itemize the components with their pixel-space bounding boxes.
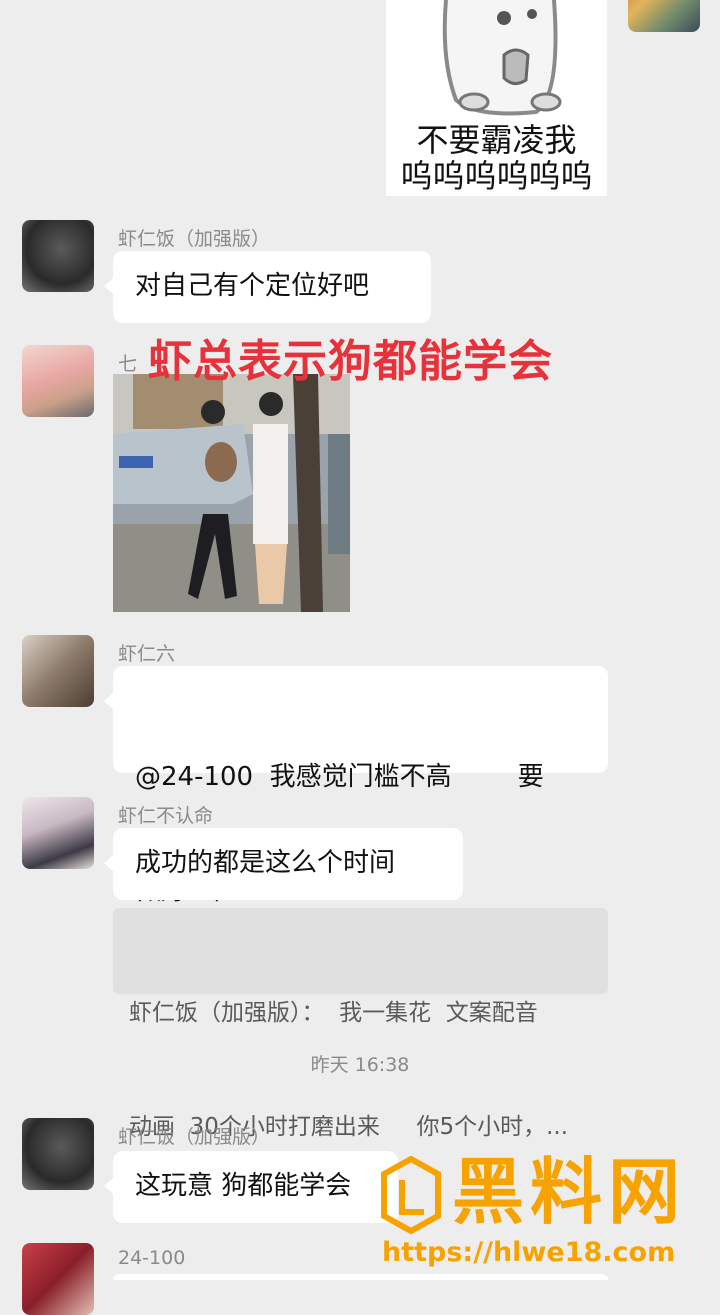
sender-name: 虾仁饭（加强版） xyxy=(118,1126,271,1148)
message-bubble[interactable]: @24-100 我感觉门槛不高 要 做好 难 xyxy=(104,666,608,906)
watermark-url: https://hlwe18.com xyxy=(382,1237,676,1268)
quote-line-1: 虾仁饭（加强版）： 我一集花 文案配音 xyxy=(129,1000,538,1026)
sender-name: 七 xyxy=(118,353,138,375)
avatar-self[interactable] xyxy=(628,0,700,32)
sender-name: 虾仁饭（加强版） xyxy=(118,228,271,250)
street-photo xyxy=(113,374,350,612)
message-text: 对自己有个定位好吧 xyxy=(135,271,370,301)
photo-message[interactable] xyxy=(113,374,350,612)
quoted-message[interactable]: 虾仁饭（加强版）： 我一集花 文案配音 动画 30个小时打磨出来 你5个小时，.… xyxy=(113,908,608,1140)
avatar-sender[interactable] xyxy=(22,1118,94,1190)
sticker-caption-2: 呜呜呜呜呜呜 xyxy=(400,157,593,195)
overlay-headline: 虾总表示狗都能学会 xyxy=(148,336,553,387)
message-bubble[interactable]: 这玩意 狗都能学会 xyxy=(104,1151,398,1223)
avatar-sender[interactable] xyxy=(22,345,94,417)
sticker-caption-1: 不要霸凌我 xyxy=(416,121,577,159)
avatar-sender[interactable] xyxy=(22,635,94,707)
message-text: 成功的都是这么个时间 xyxy=(135,848,396,878)
watermark-logo-icon xyxy=(381,1156,441,1234)
sender-name: 虾仁不认命 xyxy=(118,805,214,827)
sender-name: 虾仁六 xyxy=(118,643,176,665)
sender-name: 24-100 xyxy=(118,1247,186,1269)
watermark-brand: 黑料网 xyxy=(452,1150,687,1234)
message-bubble[interactable]: 成功的都是这么个时间 xyxy=(104,828,463,900)
avatar-sender[interactable] xyxy=(22,220,94,292)
avatar-sender[interactable] xyxy=(22,1243,94,1315)
timestamp: 昨天 16:38 xyxy=(310,1054,410,1076)
message-text: 这玩意 狗都能学会 xyxy=(135,1171,352,1201)
message-bubble[interactable]: 对自己有个定位好吧 xyxy=(104,251,431,323)
message-text-line-1: @24-100 我感觉门槛不高 要 xyxy=(135,762,544,792)
watermark: 黑料网 https://hlwe18.com xyxy=(380,1148,710,1276)
sticker-image[interactable]: 不要霸凌我 呜呜呜呜呜呜 xyxy=(386,0,607,196)
avatar-sender[interactable] xyxy=(22,797,94,869)
